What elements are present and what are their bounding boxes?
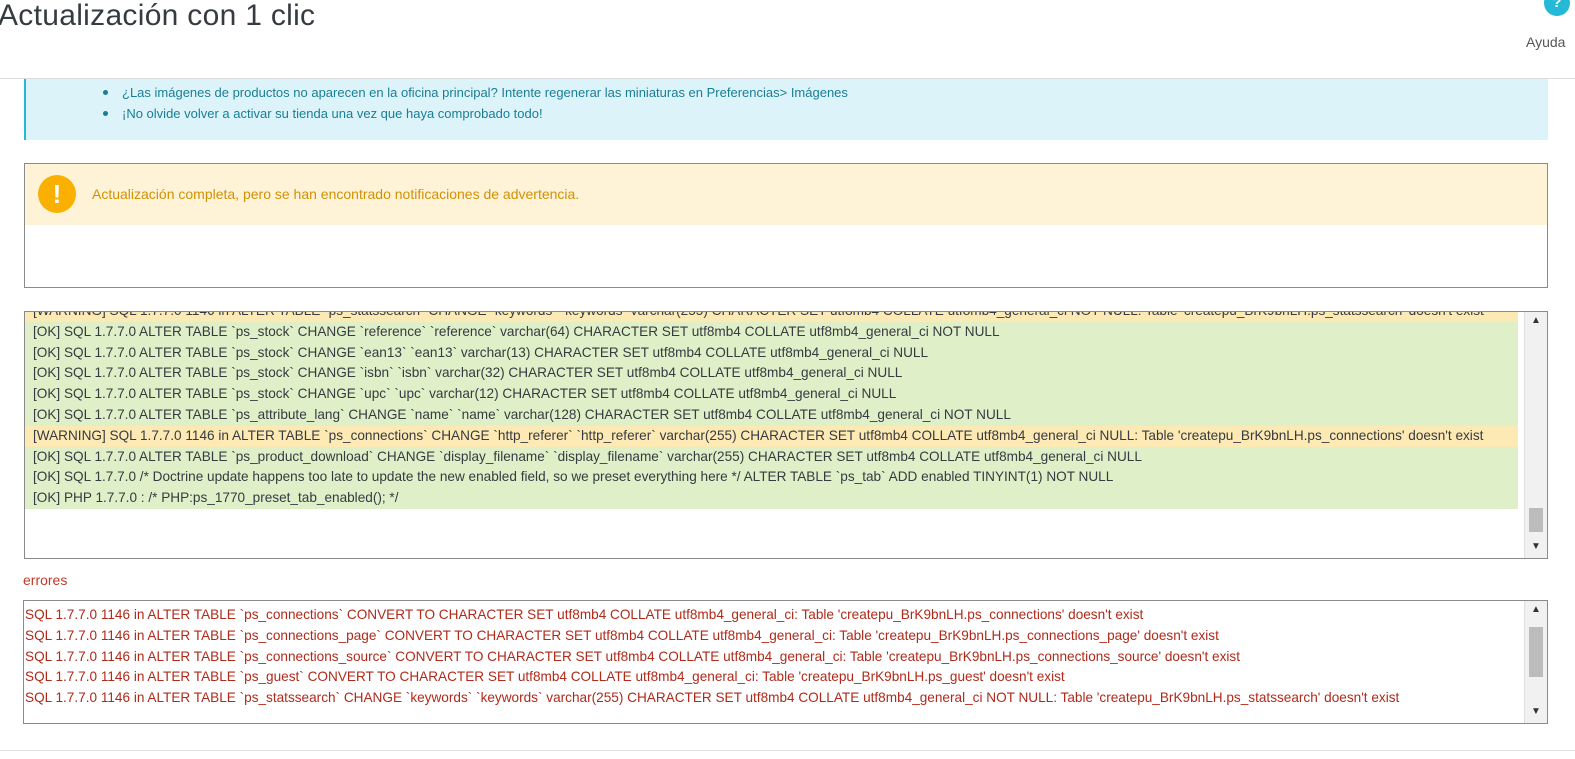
page-header: Actualización con 1 clic ? Ayuda — [0, 0, 1575, 79]
scroll-up-arrow-icon[interactable]: ▲ — [1525, 601, 1547, 619]
error-line: SQL 1.7.7.0 1146 in ALTER TABLE `ps_conn… — [25, 607, 1144, 622]
scroll-down-arrow-icon[interactable]: ▼ — [1525, 703, 1547, 721]
error-line: SQL 1.7.7.0 1146 in ALTER TABLE `ps_conn… — [25, 627, 1219, 643]
help-label: Ayuda — [1526, 34, 1566, 50]
scroll-up-arrow-icon[interactable]: ▲ — [1525, 312, 1547, 330]
info-list: ¿Las imágenes de productos no aparecen e… — [103, 82, 848, 124]
upgrade-log-list: [WARNING] SQL 1.7.7.0 1146 in ALTER TABL… — [25, 312, 1518, 509]
log-line: [OK] PHP 1.7.7.0 : /* PHP:ps_1770_preset… — [25, 488, 1518, 509]
log-line: [OK] SQL 1.7.7.0 ALTER TABLE `ps_product… — [25, 446, 1518, 468]
error-line: SQL 1.7.7.0 1146 in ALTER TABLE `ps_stat… — [25, 690, 1400, 706]
upgrade-log-box[interactable]: [WARNING] SQL 1.7.7.0 1146 in ALTER TABL… — [24, 311, 1548, 559]
errors-scrollbar[interactable]: ▲ ▼ — [1524, 601, 1547, 723]
help-icon: ? — [1544, 0, 1570, 16]
log-line: [OK] SQL 1.7.7.0 ALTER TABLE `ps_attribu… — [25, 404, 1518, 426]
scroll-thumb[interactable] — [1529, 627, 1543, 677]
divider — [0, 750, 1575, 751]
error-line: SQL 1.7.7.0 1146 in ALTER TABLE `ps_gues… — [25, 669, 1065, 685]
warning-text: Actualización completa, pero se han enco… — [92, 186, 580, 202]
help-button[interactable]: ? Ayuda — [1522, 0, 1575, 60]
warning-panel: ! Actualización completa, pero se han en… — [24, 163, 1548, 288]
log-line: [WARNING] SQL 1.7.7.0 1146 in ALTER TABL… — [25, 425, 1518, 447]
info-item: ¿Las imágenes de productos no aparecen e… — [103, 82, 848, 103]
info-item: ¡No olvide volver a activar su tienda un… — [103, 103, 848, 124]
errors-log-box[interactable]: SQL 1.7.7.0 1146 in ALTER TABLE `ps_conn… — [23, 600, 1548, 724]
log-line: [OK] SQL 1.7.7.0 ALTER TABLE `ps_stock` … — [25, 363, 1518, 385]
log-line: [OK] SQL 1.7.7.0 ALTER TABLE `ps_stock` … — [25, 384, 1518, 405]
log-line: [WARNING] SQL 1.7.7.0 1146 in ALTER TABL… — [25, 312, 1518, 322]
page-title: Actualización con 1 clic — [0, 0, 316, 32]
warning-alert: ! Actualización completa, pero se han en… — [25, 164, 1547, 225]
warning-exclamation-icon: ! — [38, 175, 76, 213]
log-line: [OK] SQL 1.7.7.0 ALTER TABLE `ps_stock` … — [25, 342, 1518, 364]
scroll-thumb[interactable] — [1529, 508, 1543, 532]
errors-list: SQL 1.7.7.0 1146 in ALTER TABLE `ps_conn… — [24, 605, 1519, 709]
log-scrollbar[interactable]: ▲ ▼ — [1524, 312, 1547, 558]
info-alert: ¿Las imágenes de productos no aparecen e… — [24, 79, 1548, 140]
log-line: [OK] SQL 1.7.7.0 /* Doctrine update happ… — [25, 467, 1518, 489]
log-line: [OK] SQL 1.7.7.0 ALTER TABLE `ps_stock` … — [25, 321, 1518, 343]
errors-title: errores — [23, 572, 68, 588]
error-line: SQL 1.7.7.0 1146 in ALTER TABLE `ps_conn… — [25, 648, 1240, 664]
scroll-down-arrow-icon[interactable]: ▼ — [1525, 538, 1547, 556]
